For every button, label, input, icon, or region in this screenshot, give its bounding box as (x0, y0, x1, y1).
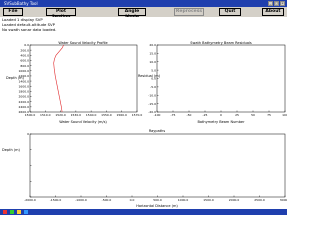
residuals-xtick-label: -75 (171, 113, 176, 117)
raypaths-xtick-label: -2000.0 (24, 198, 36, 202)
raypaths-xtick-label: 2000.0 (229, 198, 240, 202)
raypaths-xtick-label: 500.0 (153, 198, 162, 202)
title-bar: SVSubBathy Tool _ □ × (0, 0, 287, 7)
taskbar-icon[interactable] (17, 210, 21, 214)
raypaths-xtick-label: 2500.0 (254, 198, 265, 202)
residuals-ytick-label: -10.0 (148, 93, 156, 97)
residuals-xtick-label: 25 (235, 113, 239, 117)
raypaths-xtick-label: -1500.0 (50, 198, 62, 202)
svp-xtick-label: 1520.0 (55, 113, 66, 117)
raypaths-xtick-label: -500.0 (102, 198, 112, 202)
raypaths-plot-frame (29, 133, 286, 198)
raypaths-title: Raypaths (149, 129, 166, 133)
taskbar-icon[interactable] (24, 210, 28, 214)
residuals-ytick-label: -15.0 (148, 102, 156, 106)
residuals-xtick-label: 50 (251, 113, 255, 117)
svp-xtick-label: 1550.0 (101, 113, 112, 117)
residuals-xtick-label: -100 (154, 113, 161, 117)
svp-ytick-label: 400.0 (20, 54, 29, 58)
svp-ytick-label: 2200.0 (19, 100, 30, 104)
residuals-xtick-label: 0 (220, 113, 222, 117)
svp-ytick-label: 2400.0 (19, 105, 30, 109)
maximize-icon[interactable]: □ (274, 1, 279, 6)
taskbar (0, 209, 287, 215)
raypaths-ylabel: Depth (m) (2, 148, 21, 152)
residuals-plot-frame (156, 44, 286, 113)
svp-xtick-label: 1540.0 (86, 113, 97, 117)
quit-button[interactable]: Quit (219, 8, 241, 16)
minimize-icon[interactable]: _ (268, 1, 273, 6)
file-button[interactable]: File (3, 8, 23, 16)
residuals-ytick-label: 5.0 (151, 68, 156, 72)
taskbar-icon[interactable] (10, 210, 14, 214)
svp-title: Water Sound Velocity Profile (58, 41, 107, 45)
residuals-xtick-label: 75 (267, 113, 271, 117)
raypaths-xtick-label: -1000.0 (75, 198, 87, 202)
plots-canvas: Water Sound Velocity Profile Water Sound… (2, 41, 290, 208)
svp-xlabel: Water Sound Velocity (m/s) (59, 120, 107, 124)
about-button[interactable]: About (262, 8, 284, 16)
svp-xtick-label: 1530.0 (71, 113, 82, 117)
status-line: No swath sonar data loaded. (2, 27, 57, 32)
raypaths-xtick-label: 0.0 (130, 198, 135, 202)
residuals-ytick-label: 15.0 (149, 52, 156, 56)
residuals-ylabel: Residual (m) (138, 74, 161, 78)
svp-ytick-label: 1000.0 (19, 69, 30, 73)
svp-xtick-label: 1560.0 (116, 113, 127, 117)
svp-profile-line (53, 44, 64, 113)
svp-xtick-label: 1510.0 (40, 113, 51, 117)
angle-mode-button[interactable]: Angle Mode (118, 8, 146, 20)
raypaths-ytick-label: 0 (27, 132, 29, 136)
residuals-xlabel: Bathymetry Beam Number (197, 120, 245, 124)
residuals-ytick-label: 0.0 (151, 77, 156, 81)
svp-ytick-label: 800.0 (20, 64, 29, 68)
raypaths-xtick-label: 1500.0 (203, 198, 214, 202)
residuals-xtick-label: 100 (282, 113, 287, 117)
svp-ytick-label: 1200.0 (19, 74, 30, 78)
residuals-ytick-label: 10.0 (149, 60, 156, 64)
plot-area: Water Sound Velocity Profile Water Sound… (0, 39, 290, 209)
app-window: SVSubBathy Tool _ □ × File Plot Sealing … (0, 0, 290, 215)
residuals-xtick-label: -50 (187, 113, 192, 117)
residuals-xtick-label: -25 (203, 113, 208, 117)
svp-ytick-label: 1800.0 (19, 90, 30, 94)
plot-sealing-button[interactable]: Plot Sealing (46, 8, 76, 20)
svp-ytick-label: 600.0 (20, 59, 29, 63)
raypaths-xtick-label: 3000.0 (280, 198, 287, 202)
raypaths-xlabel: Horizontal Distance (m) (136, 204, 178, 208)
residuals-ytick-label: 20.0 (149, 43, 156, 47)
toolbar: File Plot Sealing Angle Mode Reprocess Q… (0, 7, 287, 20)
svp-ytick-label: 200.0 (20, 48, 29, 52)
svp-ytick-label: 0.0 (24, 43, 29, 47)
taskbar-icon[interactable] (3, 210, 7, 214)
status-panel: Loaded 1 display SVP Loaded default-alti… (0, 17, 287, 39)
residuals-ytick-label: -5.0 (150, 85, 156, 89)
svp-ytick-label: 1600.0 (19, 84, 30, 88)
residuals-title: Swath Bathymetry Beam Residuals (190, 41, 252, 45)
svp-plot-frame (29, 44, 138, 113)
reprocess-button: Reprocess (174, 8, 204, 16)
svp-ytick-label: 1400.0 (19, 79, 30, 83)
svp-xtick-label: 1500.0 (25, 113, 36, 117)
svp-xtick-label: 1570.0 (132, 113, 143, 117)
svp-ytick-label: 2000.0 (19, 95, 30, 99)
raypaths-xtick-label: 1000.0 (178, 198, 189, 202)
window-title: SVSubBathy Tool (4, 1, 38, 6)
close-icon[interactable]: × (280, 1, 285, 6)
